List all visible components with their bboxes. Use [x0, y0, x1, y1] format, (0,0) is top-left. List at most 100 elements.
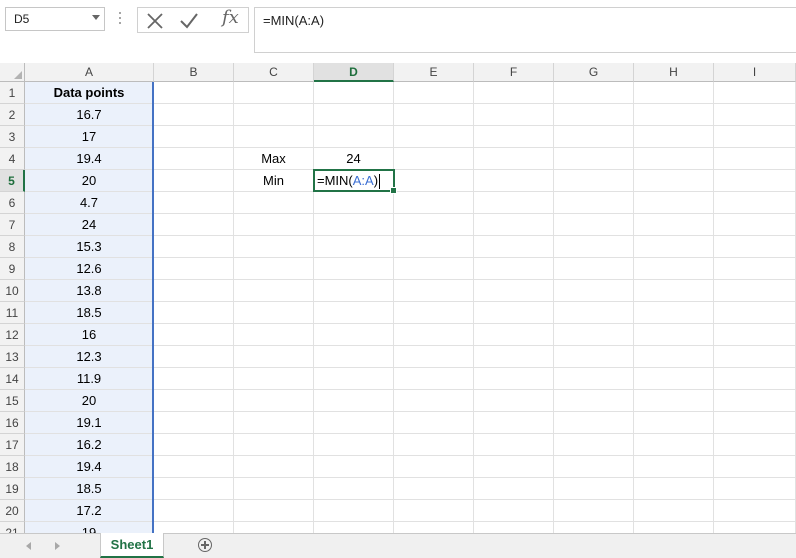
column-header-c[interactable]: C [234, 63, 314, 82]
cell-b5[interactable] [154, 170, 234, 192]
cell-c19[interactable] [234, 478, 314, 500]
cell-h17[interactable] [634, 434, 714, 456]
cell-f7[interactable] [474, 214, 554, 236]
cell-c13[interactable] [234, 346, 314, 368]
cell-f5[interactable] [474, 170, 554, 192]
column-header-g[interactable]: G [554, 63, 634, 82]
cell-i4[interactable] [714, 148, 796, 170]
cell-b15[interactable] [154, 390, 234, 412]
cell-c18[interactable] [234, 456, 314, 478]
cell-h11[interactable] [634, 302, 714, 324]
cell-i9[interactable] [714, 258, 796, 280]
cell-i3[interactable] [714, 126, 796, 148]
cell-d4[interactable]: 24 [314, 148, 394, 170]
cell-b9[interactable] [154, 258, 234, 280]
cell-g4[interactable] [554, 148, 634, 170]
cell-d7[interactable] [314, 214, 394, 236]
name-box[interactable]: D5 [5, 7, 105, 31]
cell-i8[interactable] [714, 236, 796, 258]
cell-h9[interactable] [634, 258, 714, 280]
scroll-left-icon[interactable] [26, 542, 31, 550]
cell-b3[interactable] [154, 126, 234, 148]
cell-f20[interactable] [474, 500, 554, 522]
cell-g15[interactable] [554, 390, 634, 412]
fill-handle[interactable] [390, 187, 397, 194]
cell-d13[interactable] [314, 346, 394, 368]
cell-g13[interactable] [554, 346, 634, 368]
row-header-5[interactable]: 5 [0, 170, 25, 192]
cell-e21[interactable] [394, 522, 474, 533]
row-header-4[interactable]: 4 [0, 148, 25, 170]
cell-e2[interactable] [394, 104, 474, 126]
cell-d10[interactable] [314, 280, 394, 302]
cell-f10[interactable] [474, 280, 554, 302]
cell-g16[interactable] [554, 412, 634, 434]
cell-f15[interactable] [474, 390, 554, 412]
cell-i6[interactable] [714, 192, 796, 214]
cell-i10[interactable] [714, 280, 796, 302]
cell-e16[interactable] [394, 412, 474, 434]
cell-g8[interactable] [554, 236, 634, 258]
cell-h15[interactable] [634, 390, 714, 412]
row-header-20[interactable]: 20 [0, 500, 25, 522]
cell-h13[interactable] [634, 346, 714, 368]
cell-c16[interactable] [234, 412, 314, 434]
add-sheet-icon[interactable] [198, 538, 212, 552]
cell-e7[interactable] [394, 214, 474, 236]
cell-d12[interactable] [314, 324, 394, 346]
scroll-right-icon[interactable] [55, 542, 60, 550]
row-header-2[interactable]: 2 [0, 104, 25, 126]
cell-h10[interactable] [634, 280, 714, 302]
cell-h21[interactable] [634, 522, 714, 533]
cell-g17[interactable] [554, 434, 634, 456]
cell-b2[interactable] [154, 104, 234, 126]
cell-e10[interactable] [394, 280, 474, 302]
cell-d1[interactable] [314, 82, 394, 104]
cell-f6[interactable] [474, 192, 554, 214]
active-cell-editor[interactable]: =MIN(A:A) [313, 169, 397, 194]
column-header-a[interactable]: A [25, 63, 154, 82]
cell-e3[interactable] [394, 126, 474, 148]
cell-h19[interactable] [634, 478, 714, 500]
row-header-3[interactable]: 3 [0, 126, 25, 148]
cell-h2[interactable] [634, 104, 714, 126]
cell-e6[interactable] [394, 192, 474, 214]
cell-i15[interactable] [714, 390, 796, 412]
cell-c6[interactable] [234, 192, 314, 214]
cell-c14[interactable] [234, 368, 314, 390]
chevron-down-icon[interactable] [92, 15, 100, 20]
cell-b14[interactable] [154, 368, 234, 390]
cell-g20[interactable] [554, 500, 634, 522]
cell-g19[interactable] [554, 478, 634, 500]
cell-b11[interactable] [154, 302, 234, 324]
cell-g14[interactable] [554, 368, 634, 390]
cell-e19[interactable] [394, 478, 474, 500]
cell-b18[interactable] [154, 456, 234, 478]
cell-c11[interactable] [234, 302, 314, 324]
cell-d19[interactable] [314, 478, 394, 500]
cell-c17[interactable] [234, 434, 314, 456]
cell-f11[interactable] [474, 302, 554, 324]
cell-g3[interactable] [554, 126, 634, 148]
cell-i19[interactable] [714, 478, 796, 500]
column-header-b[interactable]: B [154, 63, 234, 82]
cell-i7[interactable] [714, 214, 796, 236]
cell-c3[interactable] [234, 126, 314, 148]
cell-c10[interactable] [234, 280, 314, 302]
cell-d11[interactable] [314, 302, 394, 324]
cell-i20[interactable] [714, 500, 796, 522]
cell-f8[interactable] [474, 236, 554, 258]
cell-e15[interactable] [394, 390, 474, 412]
cell-c12[interactable] [234, 324, 314, 346]
cell-f3[interactable] [474, 126, 554, 148]
cell-g6[interactable] [554, 192, 634, 214]
cell-f1[interactable] [474, 82, 554, 104]
cell-b13[interactable] [154, 346, 234, 368]
cell-e17[interactable] [394, 434, 474, 456]
row-header-14[interactable]: 14 [0, 368, 25, 390]
row-header-1[interactable]: 1 [0, 82, 25, 104]
cell-e20[interactable] [394, 500, 474, 522]
cell-b7[interactable] [154, 214, 234, 236]
cell-c21[interactable] [234, 522, 314, 533]
cell-e13[interactable] [394, 346, 474, 368]
